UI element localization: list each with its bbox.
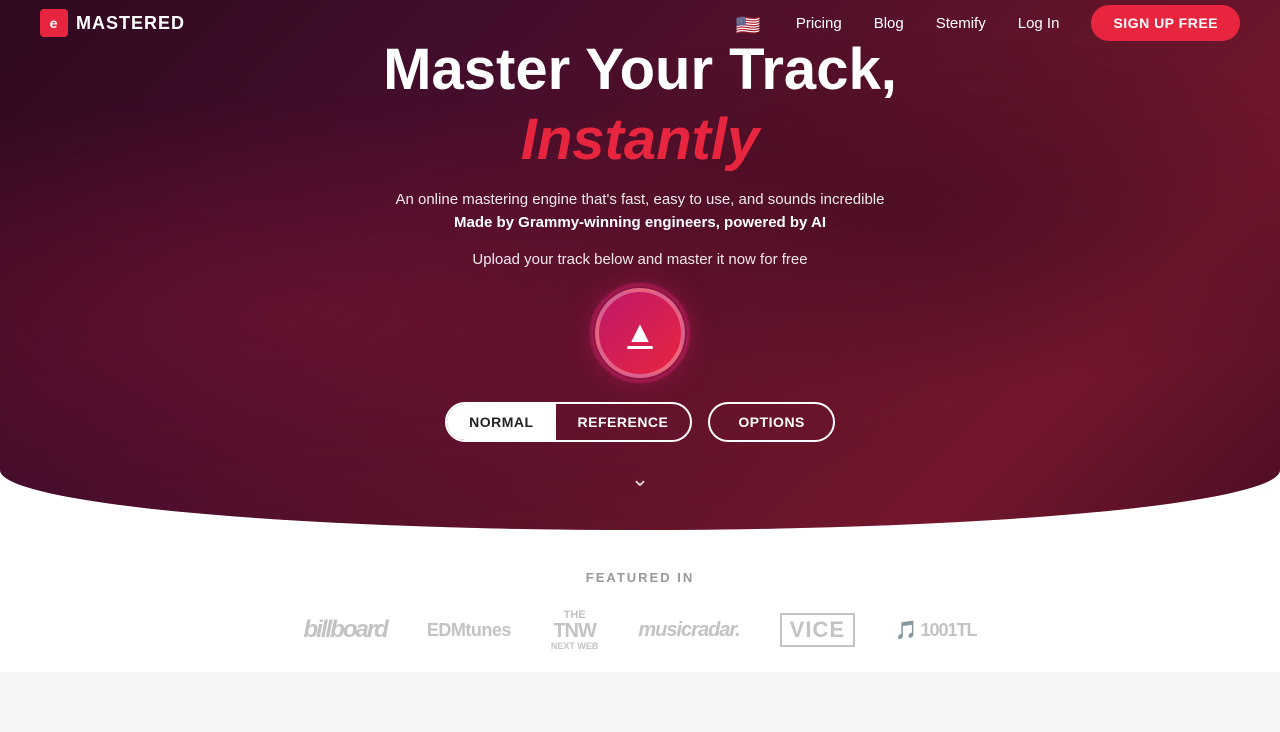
hero-title-italic: Instantly bbox=[383, 108, 897, 172]
nav-login[interactable]: Log In bbox=[1018, 15, 1060, 32]
logo-tnw: THE TNW NEXT WEB bbox=[551, 609, 599, 652]
signup-button[interactable]: SIGN UP FREE bbox=[1091, 5, 1240, 41]
nav-blog[interactable]: Blog bbox=[874, 15, 904, 32]
upload-button[interactable]: ▲ bbox=[595, 288, 685, 378]
nav-stemify[interactable]: Stemify bbox=[936, 15, 986, 32]
toggle-normal-button[interactable]: NORMAL bbox=[447, 404, 555, 440]
toggle-group: NORMAL REFERENCE OPTIONS bbox=[383, 402, 897, 442]
upload-arrow-bar bbox=[627, 346, 653, 349]
hero-section: Master Your Track, Instantly An online m… bbox=[0, 0, 1280, 530]
toggle-options-button[interactable]: OPTIONS bbox=[708, 402, 835, 442]
upload-icon: ▲ bbox=[625, 318, 655, 349]
logo-text: MASTERED bbox=[76, 13, 185, 34]
logo-billboard: billboard bbox=[304, 616, 387, 644]
hero-title-main: Master Your Track, bbox=[383, 38, 897, 102]
nav-links: 🇺🇸 Pricing Blog Stemify Log In SIGN UP F… bbox=[736, 5, 1240, 41]
logo-vice: VICE bbox=[780, 613, 855, 647]
toggle-normal-reference: NORMAL REFERENCE bbox=[445, 402, 692, 442]
nav-pricing[interactable]: Pricing bbox=[796, 15, 842, 32]
logo[interactable]: e MASTERED bbox=[40, 9, 185, 37]
flag-icon[interactable]: 🇺🇸 bbox=[736, 13, 764, 33]
featured-logos: billboard EDMtunes THE TNW NEXT WEB musi… bbox=[0, 609, 1280, 652]
chevron-wrapper: ⌄ bbox=[383, 466, 897, 492]
hero-subtitle: An online mastering engine that's fast, … bbox=[383, 191, 897, 208]
upload-button-wrapper: ▲ bbox=[383, 288, 897, 378]
hero-upload-text: Upload your track below and master it no… bbox=[383, 251, 897, 268]
featured-section: FEATURED IN billboard EDMtunes THE TNW N… bbox=[0, 530, 1280, 672]
featured-label: FEATURED IN bbox=[0, 570, 1280, 585]
hero-content: Master Your Track, Instantly An online m… bbox=[363, 18, 917, 513]
chevron-down-icon[interactable]: ⌄ bbox=[631, 466, 649, 492]
logo-icon: e bbox=[40, 9, 68, 37]
logo-edmtunes: EDMtunes bbox=[427, 620, 511, 641]
toggle-reference-button[interactable]: REFERENCE bbox=[556, 404, 691, 440]
hero-subtitle-bold: Made by Grammy-winning engineers, powere… bbox=[383, 214, 897, 231]
logo-1001tl: 🎵 1001TL bbox=[895, 620, 976, 641]
upload-arrow-up: ▲ bbox=[625, 318, 655, 348]
logo-musicradar: musicradar. bbox=[638, 619, 739, 642]
navbar: e MASTERED 🇺🇸 Pricing Blog Stemify Log I… bbox=[0, 0, 1280, 46]
logo-letter: e bbox=[50, 15, 59, 31]
bottom-bar bbox=[0, 672, 1280, 732]
